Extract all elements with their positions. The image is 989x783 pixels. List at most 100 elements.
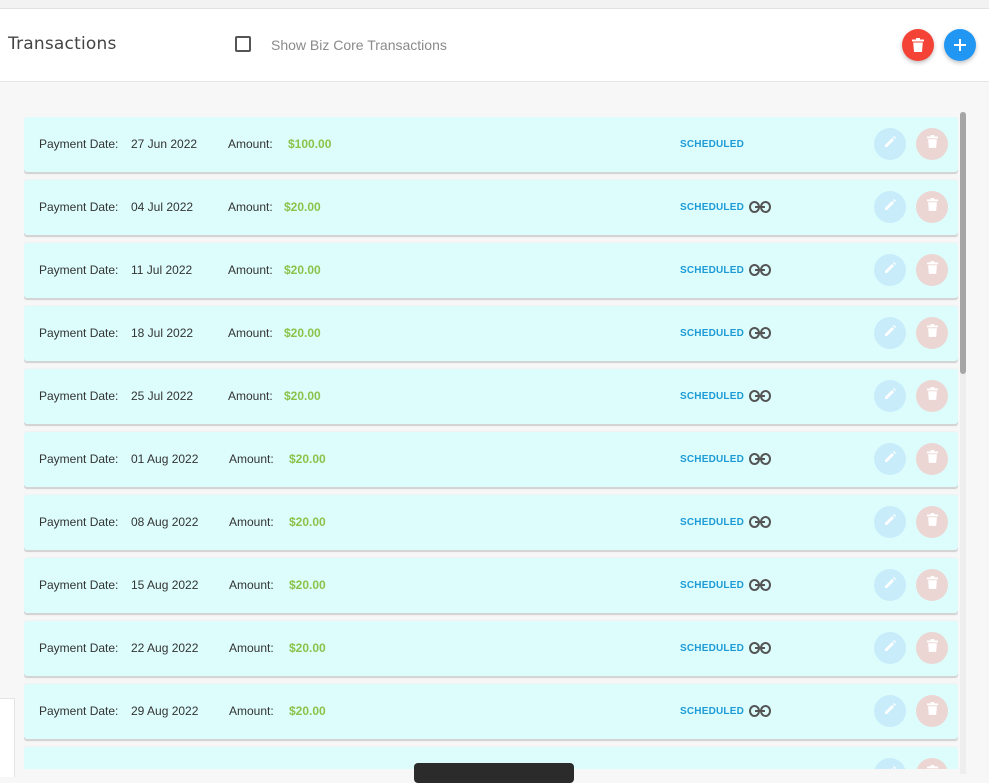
payment-date-value: 29 Aug 2022 xyxy=(131,704,199,718)
delete-transaction-button[interactable] xyxy=(916,506,948,538)
payment-date-value: 18 Jul 2022 xyxy=(131,326,194,340)
link-icon[interactable] xyxy=(749,326,771,340)
trash-icon xyxy=(926,324,938,342)
transaction-row[interactable]: Payment Date: 22 Aug 2022 Amount: $20.00 SCH… xyxy=(24,621,958,676)
payment-date-value: 01 Aug 2022 xyxy=(131,452,199,466)
pencil-icon xyxy=(883,639,897,658)
show-biz-core-label[interactable]: Show Biz Core Transactions xyxy=(271,37,447,53)
delete-transaction-button[interactable] xyxy=(916,758,948,769)
pencil-icon xyxy=(883,702,897,721)
trash-icon xyxy=(926,261,938,279)
amount-label: Amount: xyxy=(228,137,273,151)
delete-transaction-button[interactable] xyxy=(916,128,948,160)
amount-value: $20.00 xyxy=(289,578,326,592)
trash-icon xyxy=(926,576,938,594)
trash-icon xyxy=(926,702,938,720)
amount-value: $20.00 xyxy=(284,200,321,214)
payment-date-value: 04 Jul 2022 xyxy=(131,200,194,214)
transaction-row[interactable]: Payment Date: 04 Jul 2022 Amount: $20.00 SCH… xyxy=(24,180,958,235)
transaction-row[interactable]: Payment Date: 15 Aug 2022 Amount: $20.00 SCH… xyxy=(24,558,958,613)
amount-value: $20.00 xyxy=(289,641,326,655)
trash-icon xyxy=(926,198,938,216)
payment-date-value: 22 Aug 2022 xyxy=(131,641,199,655)
transaction-row[interactable]: Payment Date: 25 Jul 2022 Amount: $20.00 SCH… xyxy=(24,369,958,424)
status-badge: SCHEDULED xyxy=(680,517,745,528)
edit-button[interactable] xyxy=(874,758,906,769)
amount-label: Amount: xyxy=(229,641,274,655)
pencil-icon xyxy=(883,513,897,532)
scrollbar-thumb[interactable] xyxy=(960,112,966,374)
transaction-row[interactable]: Payment Date: 18 Jul 2022 Amount: $20.00 SCH… xyxy=(24,306,958,361)
amount-value: $100.00 xyxy=(288,137,332,151)
show-biz-core-checkbox[interactable] xyxy=(235,36,251,52)
trash-icon xyxy=(926,135,938,153)
delete-transaction-button[interactable] xyxy=(916,380,948,412)
link-icon[interactable] xyxy=(749,578,771,592)
edit-button[interactable] xyxy=(874,443,906,475)
link-icon[interactable] xyxy=(749,389,771,403)
delete-transaction-button[interactable] xyxy=(916,254,948,286)
link-icon[interactable] xyxy=(749,515,771,529)
amount-label: Amount: xyxy=(228,389,273,403)
side-panel-edge xyxy=(0,698,15,777)
delete-button[interactable] xyxy=(902,29,934,61)
link-icon[interactable] xyxy=(749,263,771,277)
edit-button[interactable] xyxy=(874,191,906,223)
top-border xyxy=(0,0,989,9)
delete-transaction-button[interactable] xyxy=(916,443,948,475)
add-transaction-button[interactable] xyxy=(944,29,976,61)
edit-button[interactable] xyxy=(874,632,906,664)
edit-button[interactable] xyxy=(874,128,906,160)
status-badge: SCHEDULED xyxy=(680,202,745,213)
payment-date-value: 25 Jul 2022 xyxy=(131,389,194,403)
pencil-icon xyxy=(883,765,897,769)
payment-date-label: Payment Date: xyxy=(39,137,119,151)
amount-value: $20.00 xyxy=(284,326,321,340)
trash-icon xyxy=(926,765,938,769)
status-badge: SCHEDULED xyxy=(680,328,745,339)
status-badge: SCHEDULED xyxy=(680,454,745,465)
edit-button[interactable] xyxy=(874,317,906,349)
pencil-icon xyxy=(883,198,897,217)
pencil-icon xyxy=(883,261,897,280)
transaction-row[interactable]: Payment Date: 29 Aug 2022 Amount: $20.00 SCH… xyxy=(24,684,958,739)
pencil-icon xyxy=(883,450,897,469)
pencil-icon xyxy=(883,576,897,595)
transaction-row[interactable]: Payment Date: 08 Aug 2022 Amount: $20.00 SCH… xyxy=(24,495,958,550)
trash-icon xyxy=(926,450,938,468)
link-icon[interactable] xyxy=(749,641,771,655)
payment-date-label: Payment Date: xyxy=(39,326,119,340)
payment-date-value: 08 Aug 2022 xyxy=(131,515,199,529)
payment-date-label: Payment Date: xyxy=(39,641,119,655)
edit-button[interactable] xyxy=(874,380,906,412)
amount-label: Amount: xyxy=(228,326,273,340)
payment-date-value: 15 Aug 2022 xyxy=(131,578,199,592)
page-header: Transactions Show Biz Core Transactions xyxy=(0,9,989,82)
amount-label: Amount: xyxy=(229,578,274,592)
trash-icon xyxy=(926,513,938,531)
payment-date-value: 11 Jul 2022 xyxy=(131,263,193,277)
edit-button[interactable] xyxy=(874,695,906,727)
amount-value: $20.00 xyxy=(289,515,326,529)
delete-transaction-button[interactable] xyxy=(916,632,948,664)
delete-transaction-button[interactable] xyxy=(916,191,948,223)
toast-bar xyxy=(414,763,574,783)
link-icon[interactable] xyxy=(749,200,771,214)
payment-date-label: Payment Date: xyxy=(39,263,119,277)
transaction-row[interactable]: Payment Date: 01 Aug 2022 Amount: $20.00 SCH… xyxy=(24,432,958,487)
amount-label: Amount: xyxy=(229,452,274,466)
edit-button[interactable] xyxy=(874,254,906,286)
delete-transaction-button[interactable] xyxy=(916,569,948,601)
transaction-row[interactable]: Payment Date: 27 Jun 2022 Amount: $100.00 SC… xyxy=(24,117,958,172)
payment-date-label: Payment Date: xyxy=(39,515,119,529)
delete-transaction-button[interactable] xyxy=(916,317,948,349)
link-icon[interactable] xyxy=(749,704,771,718)
transaction-row[interactable]: Payment Date: 11 Jul 2022 Amount: $20.00 SCH… xyxy=(24,243,958,298)
trash-icon xyxy=(926,639,938,657)
edit-button[interactable] xyxy=(874,506,906,538)
delete-transaction-button[interactable] xyxy=(916,695,948,727)
status-badge: SCHEDULED xyxy=(680,139,745,150)
edit-button[interactable] xyxy=(874,569,906,601)
link-icon[interactable] xyxy=(749,452,771,466)
status-badge: SCHEDULED xyxy=(680,643,745,654)
